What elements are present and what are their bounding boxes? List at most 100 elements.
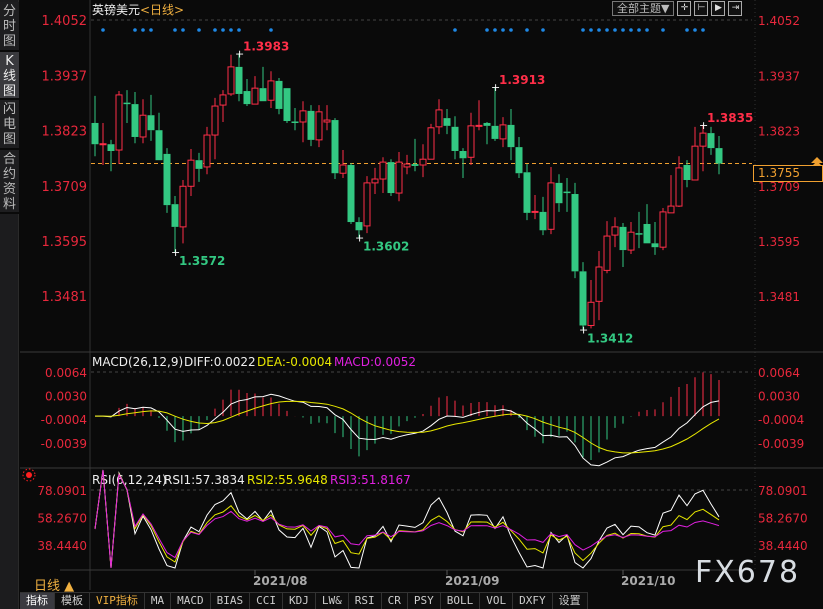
candle-body <box>211 105 219 136</box>
event-dot <box>229 28 233 32</box>
candle <box>475 100 483 131</box>
candle <box>635 211 643 249</box>
watermark-logo: FX678 <box>695 555 801 590</box>
current-price-label: 1.3755 <box>753 165 823 182</box>
tab-settings[interactable]: 设置 <box>553 593 588 609</box>
candle <box>555 174 563 212</box>
tab-template[interactable]: 模板 <box>55 593 90 609</box>
candle <box>347 163 355 224</box>
candle-body <box>379 161 387 180</box>
tab-bias[interactable]: BIAS <box>211 593 251 609</box>
event-dot <box>181 28 185 32</box>
high-label: 1.3835 <box>707 111 753 125</box>
tab-vip-indicator[interactable]: VIP指标 <box>90 593 145 609</box>
candle <box>307 105 315 147</box>
candle-body <box>427 127 435 160</box>
candle <box>259 66 267 102</box>
candle <box>251 76 259 105</box>
candle-body <box>467 125 475 158</box>
event-dot <box>645 28 649 32</box>
candle <box>315 105 323 148</box>
price-tick-left: 1.3823 <box>42 125 88 140</box>
tab-psy[interactable]: PSY <box>408 593 441 609</box>
event-dot <box>197 28 201 32</box>
candle-body <box>275 80 283 109</box>
candle-body <box>131 104 139 137</box>
event-dot <box>597 28 601 32</box>
candle <box>363 176 371 234</box>
kline-chart[interactable]: 英镑美元 <日线> 1.4052 1.4052 1.3937 1.3937 1.3823… <box>0 0 823 609</box>
macd-tick-right: -0.0039 <box>758 437 804 451</box>
macd-diff-label: DIFF:0.0022 <box>184 355 256 369</box>
time-tick-label: 2021/09 <box>445 574 499 588</box>
tab-vol[interactable]: VOL <box>480 593 514 609</box>
price-tick-right: 1.3481 <box>758 290 800 304</box>
tab-boll[interactable]: BOLL <box>441 593 481 609</box>
tab-dxfy[interactable]: DXFY <box>513 593 553 609</box>
candle <box>507 108 515 161</box>
event-dot <box>269 28 273 32</box>
candle-body <box>523 172 531 213</box>
candle <box>411 138 419 172</box>
tab-kdj[interactable]: KDJ <box>283 593 316 609</box>
candle-body <box>107 144 115 151</box>
event-dot <box>485 28 489 32</box>
move-right-icon[interactable]: ⇥ <box>728 1 743 16</box>
event-dot <box>661 28 665 32</box>
event-dot <box>173 28 177 32</box>
candle-body <box>547 182 555 230</box>
indicator-tabs: 指标 模板 VIP指标 MA MACD BIAS CCI KDJ LW& RSI CR PSY BOLL… <box>20 592 588 609</box>
event-dot <box>221 28 225 32</box>
candle <box>323 105 331 131</box>
candle <box>299 101 307 143</box>
theme-dropdown[interactable]: 全部主题▼ <box>612 1 675 16</box>
event-dot <box>493 28 497 32</box>
candle <box>539 196 547 236</box>
tab-cr[interactable]: CR <box>382 593 408 609</box>
candle <box>627 222 635 254</box>
rsi-settings-icon[interactable] <box>22 468 36 482</box>
crosshair-icon[interactable]: ✛ <box>677 1 692 16</box>
time-tick-label: 2021/10 <box>621 574 675 588</box>
price-tick-left: 1.3709 <box>42 180 88 195</box>
candle <box>395 151 403 202</box>
candle <box>331 118 339 180</box>
candle-body <box>283 88 291 122</box>
candle <box>211 97 219 160</box>
tab-lw[interactable]: LW& <box>316 593 349 609</box>
price-tick-left: 1.4052 <box>42 14 88 29</box>
event-dot <box>581 28 585 32</box>
candle <box>491 87 499 141</box>
tab-cci[interactable]: CCI <box>250 593 283 609</box>
low-label: 1.3412 <box>587 331 633 345</box>
play-forward-icon[interactable]: ▶ <box>711 1 726 16</box>
candle <box>403 154 411 175</box>
tab-indicator[interactable]: 指标 <box>20 593 55 609</box>
candle-body <box>123 102 131 105</box>
candle-body <box>563 191 571 194</box>
zoom-range-icon[interactable]: ⊢ <box>694 1 709 16</box>
candle-body <box>571 194 579 272</box>
tab-macd[interactable]: MACD <box>171 593 211 609</box>
event-dot <box>509 28 513 32</box>
symbol-title: 英镑美元 <box>92 2 140 17</box>
candle-body <box>299 110 307 123</box>
event-dot <box>701 28 705 32</box>
macd-tick-left: -0.0039 <box>41 437 87 451</box>
candle <box>203 126 211 175</box>
event-dot <box>133 28 137 32</box>
candle-body <box>491 125 499 139</box>
candle-body <box>443 118 451 126</box>
chart-frame <box>20 0 823 590</box>
event-dot <box>605 28 609 32</box>
tab-rsi[interactable]: RSI <box>349 593 382 609</box>
event-dot <box>501 28 505 32</box>
tab-ma[interactable]: MA <box>145 593 172 609</box>
candle-body <box>715 148 723 164</box>
macd-value-label: MACD:0.0052 <box>334 355 416 369</box>
candle-body <box>115 94 123 151</box>
time-tick-label: 2021/08 <box>253 574 307 588</box>
candle <box>595 251 603 321</box>
candle-body <box>499 124 507 140</box>
candle-body <box>291 121 299 124</box>
